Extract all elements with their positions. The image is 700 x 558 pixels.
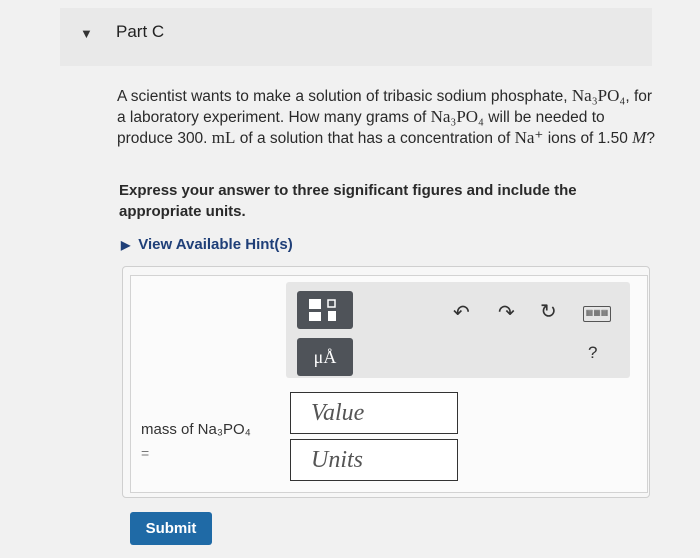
unit-ml: mL (211, 128, 236, 147)
reset-icon[interactable]: ↻ (540, 299, 557, 324)
units-input[interactable]: Units (290, 439, 458, 481)
formula-na3po4: Na₃PO₄ (571, 86, 626, 105)
submit-button[interactable]: Submit (130, 512, 212, 545)
formula-na3po4: Na₃PO₄ (430, 107, 484, 126)
value-input[interactable]: Value (290, 392, 458, 434)
instruction-text: Express your answer to three significant… (119, 182, 577, 220)
redo-icon[interactable]: ↷ (498, 300, 515, 325)
hint-label: View Available Hint(s) (138, 236, 293, 253)
keyboard-icon[interactable]: ▦▦▦ (583, 306, 611, 322)
units-button[interactable]: μÅ (297, 338, 353, 376)
question-text: A scientist wants to make a solution of … (117, 86, 657, 149)
equals-sign: = (141, 445, 150, 461)
question-text-4: of a solution that has a concentration o… (235, 130, 515, 147)
question-text-1: A scientist wants to make a solution of … (117, 88, 572, 105)
view-hints-link[interactable]: ▶ View Available Hint(s) (121, 236, 293, 253)
templates-icon (309, 299, 336, 321)
expand-triangle-icon: ▶ (121, 238, 131, 252)
templates-button[interactable] (297, 291, 353, 329)
question-text-6: ? (646, 130, 655, 147)
unit-molar: M (632, 128, 647, 147)
question-text-5: ions of 1.50 (543, 130, 633, 147)
answer-label: mass of Na₃PO₄ (141, 421, 251, 438)
help-button[interactable]: ? (588, 343, 597, 363)
ion-na-plus: Na⁺ (514, 128, 544, 147)
part-title[interactable]: Part C (116, 22, 164, 42)
undo-icon[interactable]: ↶ (453, 300, 470, 325)
collapse-arrow-icon[interactable]: ▼ (80, 26, 93, 41)
